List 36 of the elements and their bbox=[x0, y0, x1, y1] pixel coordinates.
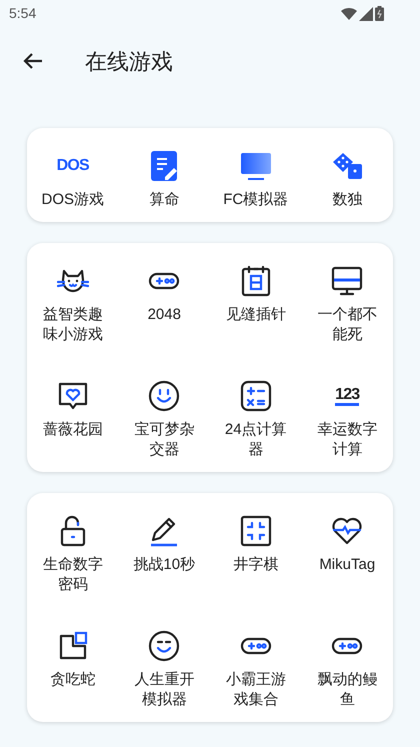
game-label[interactable]: FC模拟器 bbox=[220, 190, 291, 210]
wifi-icon bbox=[341, 6, 357, 20]
grid-corners-icon[interactable] bbox=[240, 515, 272, 547]
monitor-icon[interactable] bbox=[331, 265, 364, 297]
status-time: 5:54 bbox=[9, 4, 36, 23]
game-label[interactable]: 数独 bbox=[312, 190, 382, 210]
game-label[interactable]: 2048 bbox=[129, 305, 200, 325]
page-title: 在线游戏 bbox=[85, 48, 173, 76]
game-label[interactable]: 幸运数字计算 bbox=[312, 420, 382, 460]
smiley-icon[interactable] bbox=[148, 380, 180, 412]
game-label[interactable]: 蔷薇花园 bbox=[38, 420, 108, 440]
game-label[interactable]: 挑战10秒 bbox=[129, 555, 200, 575]
back-arrow-icon bbox=[23, 52, 43, 70]
calendar-icon[interactable] bbox=[240, 265, 272, 297]
game-label[interactable]: 人生重开模拟器 bbox=[129, 670, 200, 710]
dice-icon[interactable] bbox=[331, 150, 364, 182]
game-label[interactable]: 算命 bbox=[129, 190, 200, 210]
game-label[interactable]: 一个都不能死 bbox=[312, 305, 382, 345]
calculator-icon[interactable] bbox=[240, 380, 272, 412]
heart-pulse-icon[interactable] bbox=[331, 515, 364, 547]
dos-logo-icon[interactable]: DOS bbox=[56, 158, 89, 174]
game-label[interactable]: 见缝插针 bbox=[220, 305, 291, 325]
game-label[interactable]: 24点计算器 bbox=[220, 420, 291, 460]
game-label[interactable]: 生命数字密码 bbox=[38, 555, 108, 595]
heart-message-icon[interactable] bbox=[56, 380, 89, 412]
smiley-icon[interactable] bbox=[148, 630, 180, 662]
game-label[interactable]: 益智类趣味小游戏 bbox=[38, 305, 108, 345]
game-label[interactable]: 井字棋 bbox=[220, 555, 291, 575]
game-label[interactable]: 贪吃蛇 bbox=[38, 670, 108, 690]
game-label[interactable]: 小霸王游戏集合 bbox=[220, 670, 291, 710]
game-label[interactable]: 飘动的鳗鱼 bbox=[312, 670, 382, 710]
game-label[interactable]: DOS游戏 bbox=[38, 190, 108, 210]
game-label[interactable]: MikuTag bbox=[312, 555, 382, 575]
battery-icon bbox=[375, 6, 384, 21]
game-label[interactable]: 宝可梦杂交器 bbox=[129, 420, 200, 460]
signal-icon bbox=[359, 6, 373, 20]
